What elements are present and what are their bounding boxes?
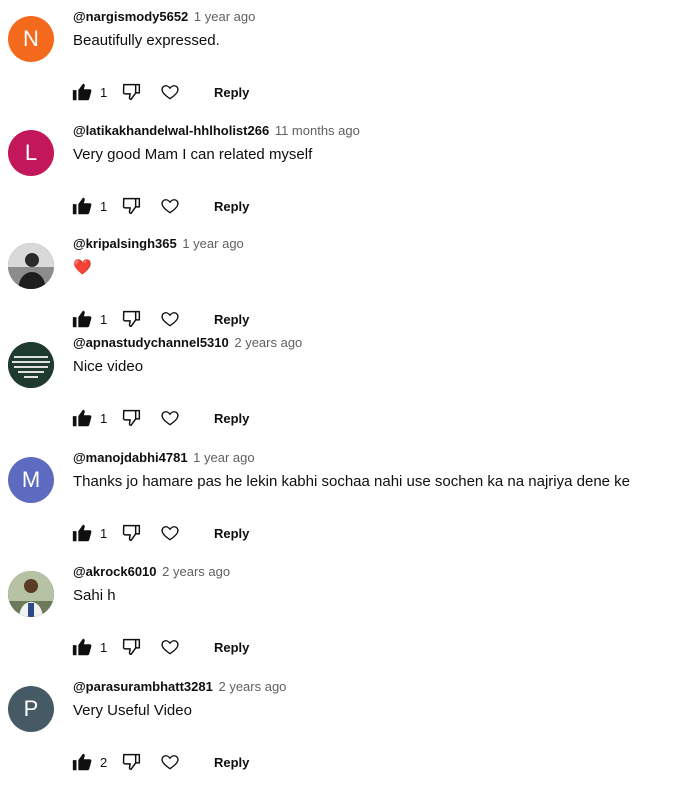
heart-icon[interactable] — [158, 194, 182, 218]
comment-header: @akrock6010 2 years ago — [73, 563, 230, 581]
author-handle[interactable]: @manojdabhi4781 — [73, 450, 188, 465]
timestamp[interactable]: 1 year ago — [194, 9, 255, 24]
timestamp[interactable]: 2 years ago — [234, 335, 302, 350]
avatar[interactable]: N — [8, 16, 54, 62]
comment-header: @nargismody5652 1 year ago — [73, 8, 255, 26]
channel-thumbnail-icon — [8, 342, 54, 388]
author-handle[interactable]: @akrock6010 — [73, 564, 157, 579]
thumbs-down-icon[interactable] — [120, 406, 144, 430]
timestamp[interactable]: 1 year ago — [182, 236, 243, 251]
heart-icon[interactable] — [158, 307, 182, 331]
avatar[interactable] — [8, 243, 54, 289]
thumbs-up-icon[interactable] — [70, 406, 94, 430]
comment-header: @kripalsingh365 1 year ago — [73, 235, 244, 253]
thumbs-up-icon[interactable] — [70, 194, 94, 218]
comment-actions: 1 Reply — [70, 306, 249, 332]
heart-icon[interactable] — [158, 750, 182, 774]
thumbs-down-icon[interactable] — [120, 635, 144, 659]
heart-icon[interactable] — [158, 406, 182, 430]
author-handle[interactable]: @parasurambhatt3281 — [73, 679, 213, 694]
avatar[interactable] — [8, 342, 54, 388]
reply-button[interactable]: Reply — [214, 640, 249, 655]
thumbs-up-icon[interactable] — [70, 521, 94, 545]
like-count: 1 — [100, 311, 108, 327]
author-handle[interactable]: @apnastudychannel5310 — [73, 335, 229, 350]
avatar[interactable]: M — [8, 457, 54, 503]
thumbs-up-icon[interactable] — [70, 750, 94, 774]
profile-photo-icon — [8, 571, 54, 617]
comment-actions: 1 Reply — [70, 634, 249, 660]
comment-text: ❤️ — [73, 259, 92, 276]
reply-button[interactable]: Reply — [214, 199, 249, 214]
comment-text: Beautifully expressed. — [73, 32, 220, 49]
comment-header: @manojdabhi4781 1 year ago — [73, 449, 255, 467]
reply-button[interactable]: Reply — [214, 312, 249, 327]
thumbs-up-icon[interactable] — [70, 307, 94, 331]
comment-text: Sahi h — [73, 587, 116, 604]
heart-icon[interactable] — [158, 635, 182, 659]
timestamp[interactable]: 1 year ago — [193, 450, 254, 465]
like-count: 2 — [100, 754, 108, 770]
avatar[interactable]: L — [8, 130, 54, 176]
comment-header: @apnastudychannel5310 2 years ago — [73, 334, 302, 352]
comment-actions: 1 Reply — [70, 405, 249, 431]
avatar[interactable]: P — [8, 686, 54, 732]
like-count: 1 — [100, 639, 108, 655]
author-handle[interactable]: @latikakhandelwal-hhlholist266 — [73, 123, 269, 138]
thumbs-down-icon[interactable] — [120, 750, 144, 774]
avatar[interactable] — [8, 571, 54, 617]
comment-header: @parasurambhatt3281 2 years ago — [73, 678, 286, 696]
comment-text: Very Useful Video — [73, 702, 192, 719]
reply-button[interactable]: Reply — [214, 526, 249, 541]
thumbs-down-icon[interactable] — [120, 521, 144, 545]
profile-photo-icon — [8, 243, 54, 289]
comment-actions: 1 Reply — [70, 520, 249, 546]
comment-actions: 1 Reply — [70, 193, 249, 219]
thumbs-up-icon[interactable] — [70, 80, 94, 104]
author-handle[interactable]: @nargismody5652 — [73, 9, 188, 24]
thumbs-down-icon[interactable] — [120, 307, 144, 331]
author-handle[interactable]: @kripalsingh365 — [73, 236, 177, 251]
thumbs-down-icon[interactable] — [120, 80, 144, 104]
comment-actions: 1 Reply — [70, 79, 249, 105]
like-count: 1 — [100, 198, 108, 214]
comment-text: Thanks jo hamare pas he lekin kabhi soch… — [73, 473, 631, 490]
comment-actions: 2 Reply — [70, 749, 249, 775]
reply-button[interactable]: Reply — [214, 755, 249, 770]
like-count: 1 — [100, 525, 108, 541]
like-count: 1 — [100, 84, 108, 100]
thumbs-down-icon[interactable] — [120, 194, 144, 218]
timestamp[interactable]: 11 months ago — [275, 123, 360, 138]
reply-button[interactable]: Reply — [214, 85, 249, 100]
comment-text: Very good Mam I can related myself — [73, 146, 313, 163]
timestamp[interactable]: 2 years ago — [218, 679, 286, 694]
timestamp[interactable]: 2 years ago — [162, 564, 230, 579]
heart-icon[interactable] — [158, 521, 182, 545]
comment-text: Nice video — [73, 358, 144, 375]
like-count: 1 — [100, 410, 108, 426]
thumbs-up-icon[interactable] — [70, 635, 94, 659]
heart-icon[interactable] — [158, 80, 182, 104]
reply-button[interactable]: Reply — [214, 411, 249, 426]
comment-header: @latikakhandelwal-hhlholist266 11 months… — [73, 122, 360, 140]
